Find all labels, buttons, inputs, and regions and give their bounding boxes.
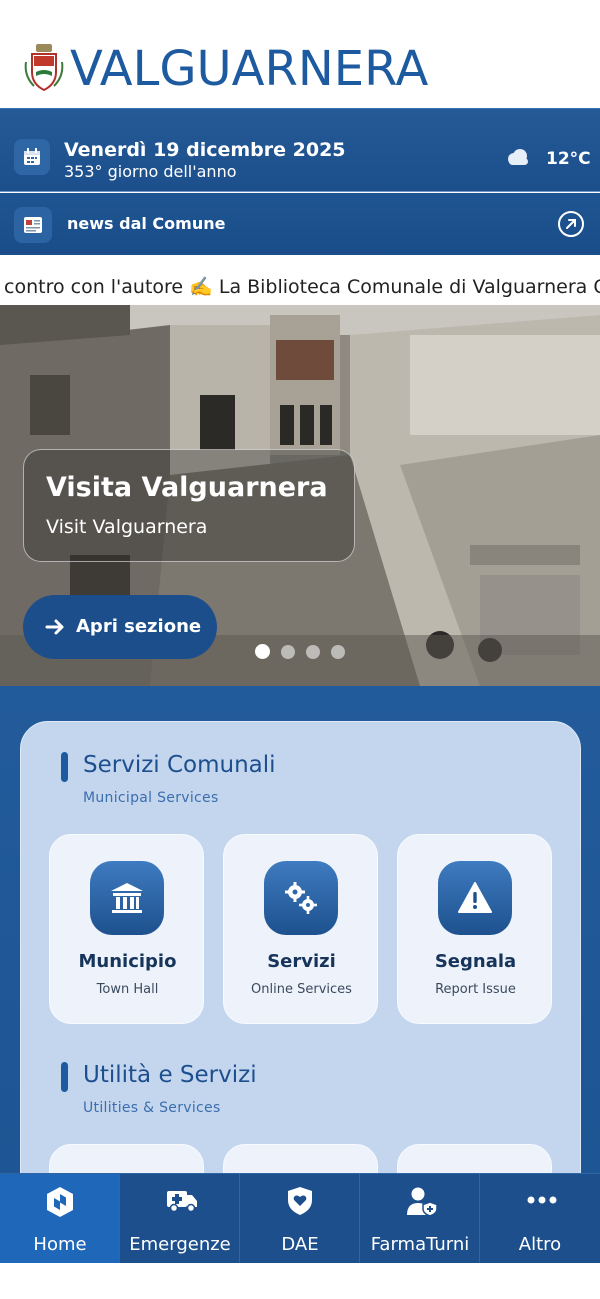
section-subtitle-municipal: Municipal Services — [83, 790, 219, 806]
nav-emergenze-label: Emergenze — [129, 1234, 231, 1255]
nav-farmaturni-label: FarmaTurni — [370, 1234, 470, 1255]
tile-municipio[interactable]: Municipio Town Hall — [49, 834, 204, 1024]
town-crest-icon — [24, 44, 64, 92]
ambulance-icon — [167, 1191, 197, 1213]
hero-caption-card: Visita Valguarnera Visit Valguarnera — [23, 449, 355, 562]
tile-municipio-title: Municipio — [78, 951, 177, 972]
tile-servizi-title: Servizi — [267, 951, 336, 972]
section-accent-bar — [61, 1062, 68, 1092]
arrow-right-icon — [45, 619, 64, 635]
nav-home[interactable]: Home — [0, 1174, 120, 1264]
hero-carousel[interactable]: Visita Valguarnera Visit Valguarnera Apr… — [0, 305, 600, 686]
day-of-year: 353° giorno dell'anno — [64, 162, 237, 181]
carousel-dot-2[interactable] — [281, 645, 295, 659]
news-bar[interactable]: news dal Comune — [0, 193, 600, 255]
section-title-utilities: Utilità e Servizi — [83, 1062, 257, 1088]
gears-icon — [264, 861, 338, 935]
nav-dae-label: DAE — [281, 1234, 319, 1255]
section-accent-bar — [61, 752, 68, 782]
news-ticker[interactable]: contro con l'autore ✍️ La Biblioteca Com… — [0, 255, 600, 305]
tile-segnala-subtitle: Report Issue — [435, 982, 516, 997]
carousel-dot-4[interactable] — [331, 645, 345, 659]
ticker-text: contro con l'autore ✍️ La Biblioteca Com… — [4, 276, 600, 298]
tile-segnala-title: Segnala — [434, 951, 517, 972]
tile-municipio-subtitle: Town Hall — [96, 982, 159, 997]
tile-servizi[interactable]: Servizi Online Services — [223, 834, 378, 1024]
bottom-navigation: Home Emergenze DAE FarmaTurni Altro — [0, 1173, 600, 1264]
shield-heart-icon — [288, 1187, 312, 1215]
warning-icon — [438, 861, 512, 935]
main-content: Servizi Comunali Municipal Services Muni… — [0, 686, 600, 1173]
tile-utility-3[interactable] — [397, 1144, 552, 1173]
tile-segnala[interactable]: Segnala Report Issue — [397, 834, 552, 1024]
carousel-dot-3[interactable] — [306, 645, 320, 659]
services-panel: Servizi Comunali Municipal Services Muni… — [20, 721, 581, 1173]
carousel-dot-1[interactable] — [255, 644, 270, 659]
external-open-icon[interactable] — [557, 210, 585, 238]
open-section-label: Apri sezione — [76, 616, 202, 637]
app-title: VALGUARNERA — [70, 41, 429, 97]
nav-farmaturni[interactable]: FarmaTurni — [360, 1174, 480, 1264]
section-title-municipal: Servizi Comunali — [83, 752, 276, 778]
open-section-button[interactable]: Apri sezione — [23, 595, 217, 659]
nav-emergenze[interactable]: Emergenze — [120, 1174, 240, 1264]
pharmacist-icon — [407, 1187, 438, 1216]
town-hall-icon — [90, 861, 164, 935]
temperature: 12°C — [546, 149, 591, 169]
cloud-icon — [508, 149, 528, 165]
calendar-icon — [14, 139, 50, 175]
tile-utility-2[interactable] — [223, 1144, 378, 1173]
current-date: Venerdì 19 dicembre 2025 — [64, 139, 346, 161]
hero-title: Visita Valguarnera — [46, 472, 328, 503]
home-icon — [47, 1187, 73, 1217]
nav-altro-label: Altro — [518, 1234, 562, 1255]
app-header: VALGUARNERA — [0, 36, 600, 108]
date-bar: Venerdì 19 dicembre 2025 353° giorno del… — [0, 108, 600, 192]
more-dots-icon — [527, 1196, 557, 1204]
tile-utility-1[interactable] — [49, 1144, 204, 1173]
tile-servizi-subtitle: Online Services — [251, 982, 352, 997]
section-subtitle-utilities: Utilities & Services — [83, 1100, 221, 1116]
news-label: news dal Comune — [67, 214, 226, 233]
nav-altro[interactable]: Altro — [480, 1174, 600, 1264]
bottom-safe-area — [0, 1263, 600, 1299]
newspaper-icon — [14, 207, 52, 243]
hero-subtitle: Visit Valguarnera — [46, 516, 208, 538]
nav-home-label: Home — [33, 1234, 87, 1255]
nav-dae[interactable]: DAE — [240, 1174, 360, 1264]
